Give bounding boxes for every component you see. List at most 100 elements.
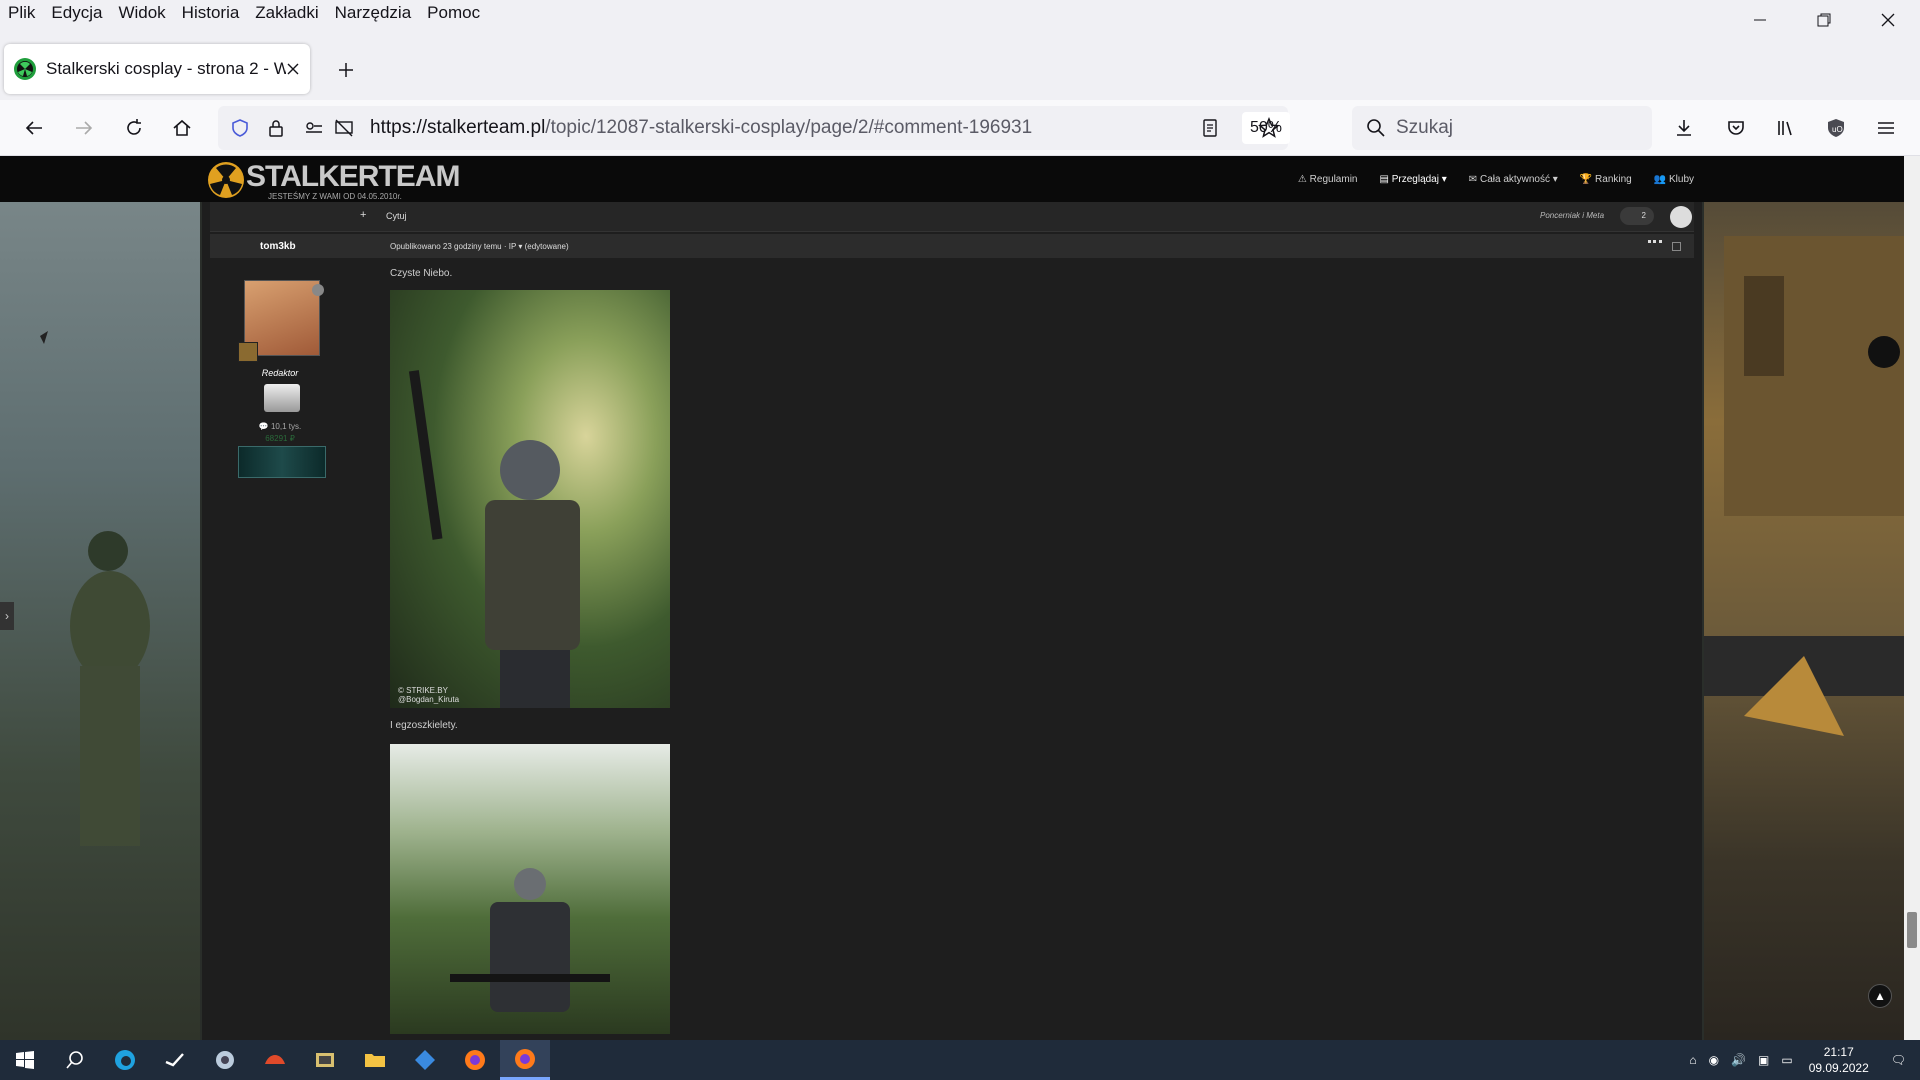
sidebar-toggle-icon[interactable]: › [0,602,14,630]
soldier-figure-art [408,370,580,708]
reaction-count-badge[interactable]: 2 [1620,207,1654,225]
new-tab-button[interactable] [326,50,366,90]
forward-button[interactable] [64,108,104,148]
taskbar-firefox[interactable] [450,1040,500,1080]
taskbar-file-explorer[interactable] [350,1040,400,1080]
site-header: STALKERTEAM JESTEŚMY Z WAMI OD 04.05.201… [0,156,1904,202]
post-select-checkbox[interactable] [1672,242,1681,251]
cosplay-photo-clear-sky[interactable]: © STRIKE.BY @Bogdan_Kiruta [390,290,670,708]
search-input[interactable]: Szukaj [1352,106,1652,150]
nav-kluby[interactable]: 👥 Kluby [1654,174,1694,185]
taskbar-edge[interactable] [100,1040,150,1080]
tab-title: Stalkerski cosplay - strona 2 - W [46,59,286,78]
taskbar-app-blue[interactable] [400,1040,450,1080]
reputation-points: 68291 ₽ [265,434,295,443]
address-bar[interactable]: https://stalkerteam.pl/topic/12087-stalk… [218,106,1290,150]
scrollbar-thumb[interactable] [1907,912,1917,948]
reload-icon [127,119,141,135]
plus-icon [339,63,353,77]
pocket-button[interactable] [1716,108,1756,148]
cosplay-photo-exoskeleton[interactable] [390,744,670,1034]
reader-view-icon[interactable] [1200,118,1220,138]
user-banner-image [238,446,326,478]
stalker-figure-art [40,331,150,846]
menu-bar: Plik Edycja Widok Historia Zakładki Narz… [0,0,1920,28]
reactions-users[interactable]: Poncerniak i Meta [1540,211,1604,220]
menu-narzedzia[interactable]: Narzędzia [327,0,420,28]
site-logo[interactable]: STALKERTEAM JESTEŚMY Z WAMI OD 04.05.201… [206,158,476,202]
clock[interactable]: 21:17 09.09.2022 [1809,1044,1869,1076]
app-blue-icon [415,1050,435,1070]
bookmark-star-icon[interactable] [1258,117,1280,139]
radiation-favicon-icon [14,58,36,80]
author-sidebar: Redaktor 💬 10,1 tys. 68291 ₽ [210,258,350,1040]
tracking-blocked-icon [335,119,353,137]
download-icon [1677,120,1691,136]
app-menu-button[interactable] [1866,108,1906,148]
taskbar-search-button[interactable] [50,1040,100,1080]
post-options-icon[interactable] [1648,240,1662,243]
minimize-icon [1754,19,1766,21]
quote-button[interactable]: Cytuj [386,211,407,221]
notifications-icon[interactable]: 🗨 [1891,1053,1906,1067]
taskbar-app-wings[interactable] [200,1040,250,1080]
navigation-toolbar: https://stalkerteam.pl/topic/12087-stalk… [0,100,1920,156]
group-emblem-icon [264,384,300,412]
nav-ranking[interactable]: 🏆 Ranking [1580,174,1632,185]
rank-badge-icon [238,342,258,362]
vertical-scrollbar[interactable] [1904,156,1920,1040]
background-art-left: › [0,156,200,1040]
back-button[interactable] [14,108,54,148]
home-button[interactable] [162,108,202,148]
ublock-button[interactable]: uO [1816,108,1856,148]
radiation-logo-icon [208,162,244,198]
system-tray: ⌂ ◉ 🔊 ▣ ▭ 21:17 09.09.2022 🗨 [1683,1040,1920,1080]
url-text[interactable]: https://stalkerteam.pl/topic/12087-stalk… [370,117,1032,139]
app-wings-icon [216,1051,234,1069]
close-tab-icon[interactable] [286,62,300,76]
firefox-icon [515,1048,535,1069]
taskbar-firefox-active[interactable] [500,1040,550,1080]
hamburger-menu-icon [1878,122,1894,134]
nav-regulamin[interactable]: ⚠ Regulamin [1298,174,1358,185]
taskbar-steam[interactable] [150,1040,200,1080]
keyboard-icon[interactable]: ▭ [1781,1053,1792,1067]
search-icon [66,1051,83,1069]
menu-zakladki[interactable]: Zakładki [247,0,326,28]
nav-przegladaj[interactable]: ▤ Przeglądaj ▾ [1379,174,1446,185]
app-tray-icon[interactable]: ▣ [1758,1053,1769,1067]
taskbar-app-red[interactable] [250,1040,300,1080]
post-text-clear-sky: Czyste Niebo. [390,268,453,279]
multiquote-button[interactable]: + [360,209,380,225]
react-heart-icon[interactable] [1670,206,1692,228]
nav-cala-aktywnosc[interactable]: ✉ Cała aktywność ▾ [1469,174,1558,185]
reload-button[interactable] [114,108,154,148]
extension-button[interactable] [1664,108,1704,148]
offline-status-icon [312,284,324,296]
scroll-to-top-button[interactable]: ▲ [1868,984,1892,1008]
post-author-name[interactable]: tom3kb [260,241,296,252]
post-header: tom3kb Opublikowano 23 godziny temu · IP… [210,234,1694,258]
network-icon[interactable]: ⌂ [1689,1053,1696,1067]
menu-edycja[interactable]: Edycja [43,0,110,28]
tab-stalkerski-cosplay[interactable]: Stalkerski cosplay - strona 2 - W [4,44,310,94]
volume-icon[interactable]: 🔊 [1731,1053,1746,1067]
menu-widok[interactable]: Widok [110,0,173,28]
taskbar-app-tools[interactable] [300,1040,350,1080]
web-page: › ▲ STALKERTEAM JESTEŚMY Z WAMI OD 04.05… [0,156,1904,1040]
start-button[interactable] [0,1040,50,1080]
library-button[interactable] [1766,108,1806,148]
arrow-left-icon [25,121,42,135]
menu-plik[interactable]: Plik [0,0,43,28]
firefox-icon [465,1050,485,1070]
menu-pomoc[interactable]: Pomoc [419,0,488,28]
post-text-exoskeletons: I egzoszkielety. [390,720,458,731]
post-action-bar: + Cytuj Poncerniak i Meta 2 [210,202,1694,232]
nvidia-icon[interactable]: ◉ [1709,1053,1719,1067]
arrow-right-icon [76,121,93,135]
search-placeholder: Szukaj [1396,117,1454,138]
rusted-train-art [1704,236,1904,736]
folder-icon [365,1054,385,1067]
menu-historia[interactable]: Historia [174,0,248,28]
logo-subtitle: JESTEŚMY Z WAMI OD 04.05.2010r. [268,192,402,201]
